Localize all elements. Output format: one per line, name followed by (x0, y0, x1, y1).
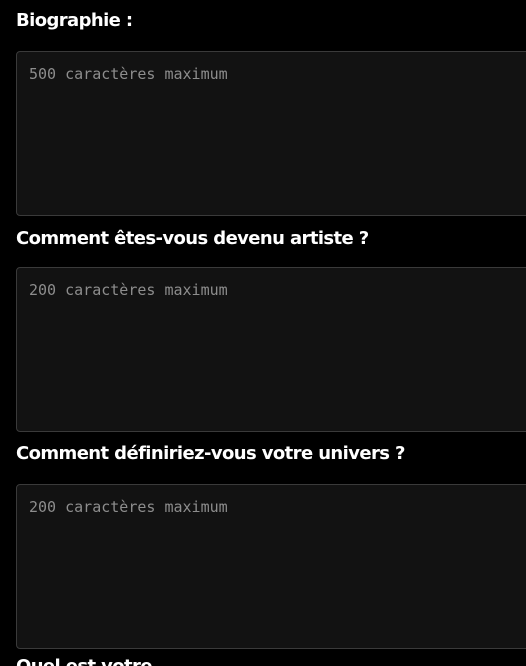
biography-textarea[interactable] (16, 51, 526, 216)
universe-label: Comment définiriez-vous votre univers ? (16, 443, 405, 464)
next-question-label: Quel est votre ... (16, 656, 177, 666)
artist-origin-textarea[interactable] (16, 267, 526, 432)
artist-origin-label: Comment êtes-vous devenu artiste ? (16, 228, 369, 249)
universe-textarea[interactable] (16, 484, 526, 649)
biography-label: Biographie : (16, 10, 133, 31)
